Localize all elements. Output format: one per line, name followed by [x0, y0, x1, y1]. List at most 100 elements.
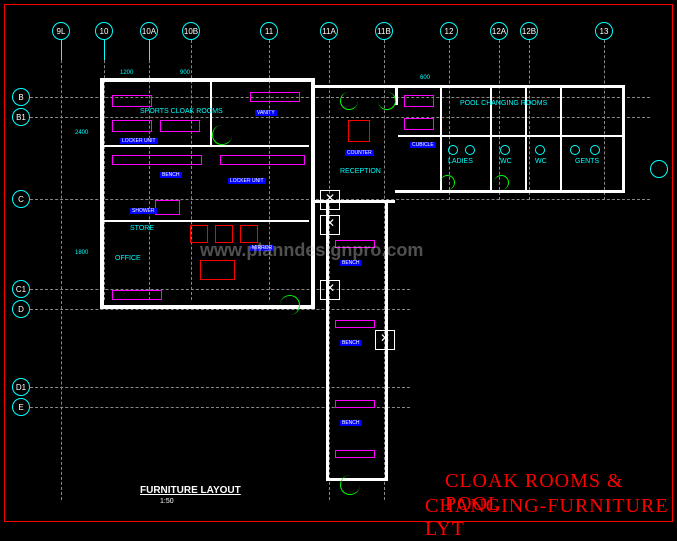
furniture-desk — [200, 260, 235, 280]
gridline-h — [30, 289, 410, 290]
gridline-h — [30, 117, 650, 118]
dim: 900 — [180, 70, 190, 76]
note-counter: COUNTER — [345, 150, 374, 156]
corridor-item — [335, 320, 375, 328]
wall-internal — [440, 88, 442, 190]
door-swing — [440, 175, 455, 190]
gridline-v — [529, 40, 530, 200]
furniture-desk — [348, 120, 370, 142]
wc-fixture — [535, 145, 545, 155]
wall-internal — [560, 88, 562, 190]
room-label-sports-cloak: SPORTS CLOAK ROOMS — [140, 108, 223, 115]
grid-bubble-B1: B1 — [12, 108, 30, 126]
column: ✕ — [375, 330, 395, 350]
grid-bubble-right — [650, 160, 668, 178]
furniture-unit — [250, 92, 300, 102]
note-locker: LOCKER UNIT — [120, 138, 158, 144]
furniture-unit — [404, 95, 434, 107]
note-bench: BENCH — [160, 172, 182, 178]
drawing-title-line2: CHANGING-FURNITURE LYT — [425, 495, 677, 541]
wall — [395, 190, 625, 193]
furniture-locker — [112, 95, 152, 107]
furniture-bench — [220, 155, 305, 165]
wall-internal — [104, 145, 309, 147]
grid-bubble-D1: D1 — [12, 378, 30, 396]
room-label-wc1: WC — [500, 158, 512, 165]
wall — [311, 78, 315, 308]
leader — [149, 40, 150, 60]
wc-fixture — [448, 145, 458, 155]
wall — [100, 78, 315, 82]
corridor-item — [335, 450, 375, 458]
column: ✕ — [320, 190, 340, 210]
door-swing — [340, 475, 360, 495]
room-label-gents: GENTS — [575, 158, 599, 165]
wall — [100, 78, 104, 308]
door-swing — [212, 125, 232, 145]
furniture-locker — [160, 120, 200, 132]
note-vanity: VANITY — [255, 110, 277, 116]
wall-internal — [398, 135, 623, 137]
grid-bubble-9L: 9L — [52, 22, 70, 40]
note-shower: SHOWER — [130, 208, 157, 214]
note: BENCH — [340, 420, 362, 426]
note-cubicle: CUBICLE — [410, 142, 436, 148]
room-label-store: STORE — [130, 225, 154, 232]
gridline-v — [61, 40, 62, 500]
gridline-v — [604, 40, 605, 200]
dim: 1200 — [120, 70, 133, 76]
grid-bubble-11: 11 — [260, 22, 278, 40]
furniture-unit — [155, 200, 180, 215]
grid-bubble-11A: 11A — [320, 22, 338, 40]
grid-bubble-C1: C1 — [12, 280, 30, 298]
grid-bubble-11B: 11B — [375, 22, 393, 40]
gridline-h — [30, 309, 410, 310]
wall — [622, 85, 625, 193]
note: BENCH — [340, 340, 362, 346]
column: ✕ — [320, 215, 340, 235]
grid-bubble-10A: 10A — [140, 22, 158, 40]
wall-internal — [104, 220, 309, 222]
furniture-unit — [404, 118, 434, 130]
furniture-unit — [112, 290, 162, 300]
column: ✕ — [320, 280, 340, 300]
wc-fixture — [500, 145, 510, 155]
grid-bubble-E: E — [12, 398, 30, 416]
room-label-wc2: WC — [535, 158, 547, 165]
furniture-bench — [112, 155, 202, 165]
door-swing — [280, 295, 300, 315]
grid-bubble-B: B — [12, 88, 30, 106]
grid-bubble-C: C — [12, 190, 30, 208]
wc-fixture — [465, 145, 475, 155]
wall — [395, 85, 625, 88]
dim: 600 — [420, 75, 430, 81]
dim: 2400 — [75, 130, 88, 136]
corridor-item — [335, 400, 375, 408]
wc-fixture — [590, 145, 600, 155]
door-swing — [378, 92, 396, 110]
gridline-v — [329, 40, 330, 500]
watermark: www.planndesignpro.com — [200, 240, 423, 261]
room-label-pool-changing: POOL CHANGING ROOMS — [460, 100, 547, 107]
grid-bubble-10B: 10B — [182, 22, 200, 40]
door-swing — [494, 175, 509, 190]
dim: 1800 — [75, 250, 88, 256]
grid-bubble-12B: 12B — [520, 22, 538, 40]
room-label-ladies: LADIES — [448, 158, 473, 165]
note: LOCKER UNIT — [228, 178, 266, 184]
furniture-locker — [112, 120, 152, 132]
grid-bubble-12: 12 — [440, 22, 458, 40]
scale-label: FURNITURE LAYOUT — [140, 485, 241, 496]
wall — [315, 85, 395, 88]
leader — [104, 40, 105, 60]
room-label-reception: RECEPTION — [340, 168, 381, 175]
wc-fixture — [570, 145, 580, 155]
grid-bubble-13: 13 — [595, 22, 613, 40]
grid-bubble-D: D — [12, 300, 30, 318]
grid-bubble-12A: 12A — [490, 22, 508, 40]
room-label-office: OFFICE — [115, 255, 141, 262]
door-swing — [340, 92, 358, 110]
gridline-h — [30, 387, 410, 388]
grid-bubble-10: 10 — [95, 22, 113, 40]
scale-value: 1:50 — [160, 498, 174, 505]
